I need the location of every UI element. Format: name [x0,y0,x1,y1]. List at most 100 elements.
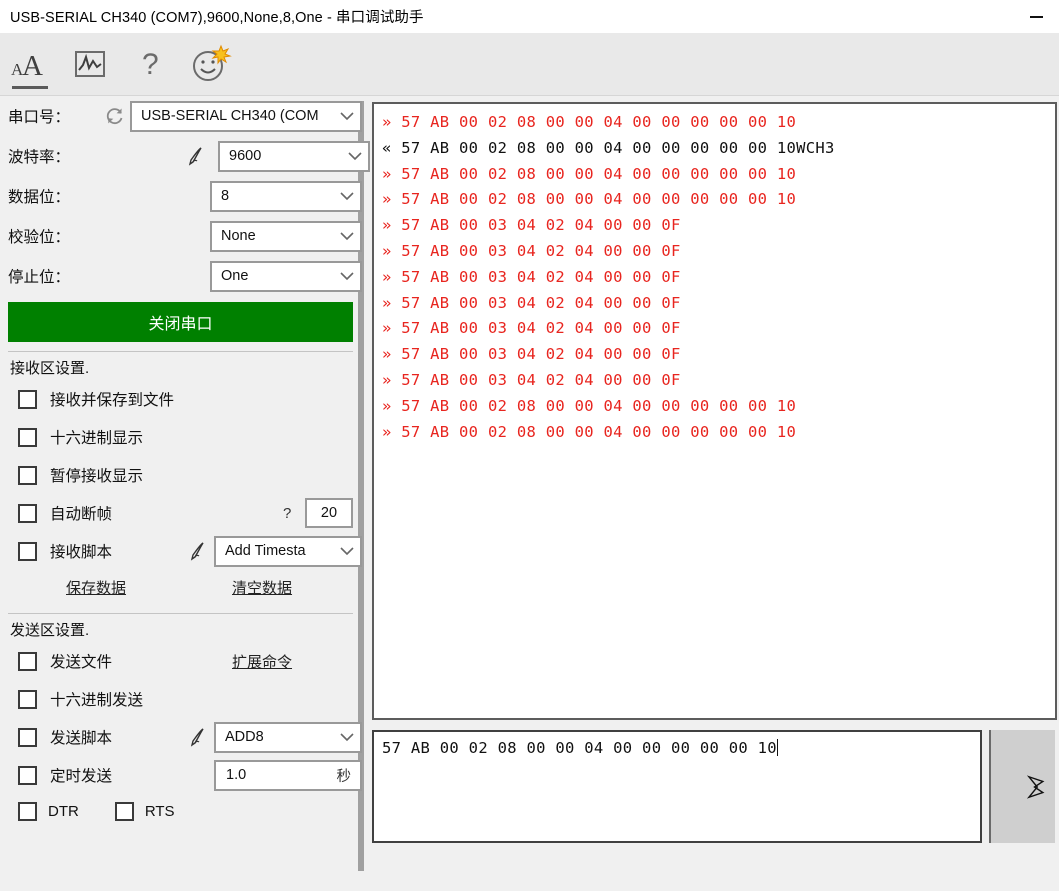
timed-send-interval-input[interactable]: 1.0 秒 [214,760,362,791]
checkbox-hex-send[interactable]: 十六进制发送 [8,680,370,718]
parity-row: 校验位： None [8,216,370,256]
smiley-icon [188,42,232,86]
send-input[interactable]: 57 AB 00 02 08 00 00 04 00 00 00 00 00 1… [372,730,982,843]
checkbox-box[interactable] [18,728,37,747]
receive-line: » 57 AB 00 03 04 02 04 00 00 0F [382,213,1055,239]
pen-icon [185,145,207,167]
receive-line: » 57 AB 00 03 04 02 04 00 00 0F [382,316,1055,342]
checkbox-receive-script[interactable]: 接收脚本 Add Timesta [8,532,370,570]
svg-text:A: A [22,50,43,80]
waveform-chart-button[interactable] [60,33,120,95]
checkbox-rts-label: RTS [145,803,175,820]
receive-line: » 57 AB 00 03 04 02 04 00 00 0F [382,342,1055,368]
receive-line: » 57 AB 00 02 08 00 00 04 00 00 00 00 00… [382,420,1055,446]
checkbox-box[interactable] [18,504,37,523]
baudrate-value: 9600 [220,148,342,164]
send-input-value: 57 AB 00 02 08 00 00 04 00 00 00 00 00 1… [382,739,777,757]
checkbox-dtr-label: DTR [48,803,79,820]
parity-label: 校验位： [8,225,100,247]
checkbox-label: 发送脚本 [50,726,112,748]
clear-data-link[interactable]: 清空数据 [232,577,292,598]
auto-frame-timeout-input[interactable]: 20 [305,498,353,528]
text-caret [777,739,778,756]
databits-value: 8 [212,188,334,204]
receive-line: » 57 AB 00 02 08 00 00 04 00 00 00 00 00… [382,110,1055,136]
chevron-down-icon [342,152,368,161]
parity-select[interactable]: None [210,221,362,252]
checkbox-box[interactable] [18,652,37,671]
receive-line: » 57 AB 00 02 08 00 00 04 00 00 00 00 00… [382,394,1055,420]
baudrate-row: 波特率： 9600 [8,136,370,176]
close-port-label: 关闭串口 [148,310,212,334]
send-script-edit-button[interactable] [184,726,212,748]
close-port-button[interactable]: 关闭串口 [8,302,353,342]
checkbox-box[interactable] [18,690,37,709]
databits-label: 数据位： [8,185,100,207]
title-bar: USB-SERIAL CH340 (COM7),9600,None,8,One … [0,0,1059,33]
databits-row: 数据位： 8 [8,176,370,216]
help-button[interactable]: ? [120,33,180,95]
checkbox-auto-frame-break[interactable]: 自动断帧 ? 20 [8,494,370,532]
send-button[interactable] [989,730,1055,843]
minimize-button[interactable] [1013,0,1059,33]
checkbox-box[interactable] [18,390,37,409]
receive-line: » 57 AB 00 03 04 02 04 00 00 0F [382,239,1055,265]
checkbox-dtr-box[interactable] [18,802,37,821]
checkbox-box[interactable] [18,766,37,785]
refresh-ports-button[interactable] [100,106,130,126]
checkbox-box[interactable] [18,466,37,485]
checkbox-label: 十六进制显示 [50,426,143,448]
auto-frame-help-icon[interactable]: ? [283,505,291,522]
settings-sidebar: 串口号： USB-SERIAL CH340 (COM 波特率： [0,96,370,891]
receive-links-row: 保存数据 清空数据 [8,570,370,604]
stopbits-value: One [212,268,334,284]
chevron-down-icon [334,272,360,281]
checkbox-send-file[interactable]: 发送文件 扩展命令 [8,642,370,680]
checkbox-label: 十六进制发送 [50,688,143,710]
checkbox-save-to-file[interactable]: 接收并保存到文件 [8,380,370,418]
checkbox-send-script[interactable]: 发送脚本 ADD8 [8,718,370,756]
checkbox-rts-box[interactable] [115,802,134,821]
receive-script-select[interactable]: Add Timesta [214,536,362,567]
receive-script-edit-button[interactable] [184,540,212,562]
receive-line: » 57 AB 00 03 04 02 04 00 00 0F [382,291,1055,317]
checkbox-hex-display[interactable]: 十六进制显示 [8,418,370,456]
divider-send [8,613,353,614]
parity-value: None [212,228,334,244]
chevron-down-icon [334,547,360,556]
checkbox-box[interactable] [18,428,37,447]
timed-send-unit: 秒 [337,765,361,786]
receive-line: « 57 AB 00 02 08 00 00 04 00 00 00 00 00… [382,136,1055,162]
baudrate-select[interactable]: 9600 [218,141,370,172]
port-select[interactable]: USB-SERIAL CH340 (COM [130,101,362,132]
send-settings-title: 发送区设置. [10,619,370,640]
stopbits-select[interactable]: One [210,261,362,292]
font-size-active-underline [12,86,48,89]
checkbox-label: 发送文件 [50,650,112,672]
checkbox-timed-send[interactable]: 定时发送 1.0 秒 [8,756,370,794]
about-smiley-button[interactable] [180,33,240,95]
chevron-down-icon [334,112,360,121]
save-data-link[interactable]: 保存数据 [66,577,126,598]
port-label: 串口号： [8,105,100,127]
port-row: 串口号： USB-SERIAL CH340 (COM [8,96,370,136]
chevron-down-icon [334,733,360,742]
checkbox-pause-display[interactable]: 暂停接收显示 [8,456,370,494]
pen-icon [187,726,209,748]
checkbox-label: 定时发送 [50,764,112,786]
chevron-down-icon [334,192,360,201]
window-controls [1013,0,1059,33]
receive-settings-title: 接收区设置. [10,357,370,378]
checkbox-box[interactable] [18,542,37,561]
timed-send-value: 1.0 [216,767,337,783]
toolbar: A A ? [0,33,1059,96]
baudrate-label: 波特率： [8,145,100,167]
minimize-icon [1030,16,1043,18]
extended-command-link[interactable]: 扩展命令 [232,651,292,672]
databits-select[interactable]: 8 [210,181,362,212]
receive-display[interactable]: » 57 AB 00 02 08 00 00 04 00 00 00 00 00… [372,102,1057,720]
baudrate-edit-button[interactable] [182,145,210,167]
port-value: USB-SERIAL CH340 (COM [132,108,334,124]
send-script-select[interactable]: ADD8 [214,722,362,753]
font-size-button[interactable]: A A [0,33,60,95]
